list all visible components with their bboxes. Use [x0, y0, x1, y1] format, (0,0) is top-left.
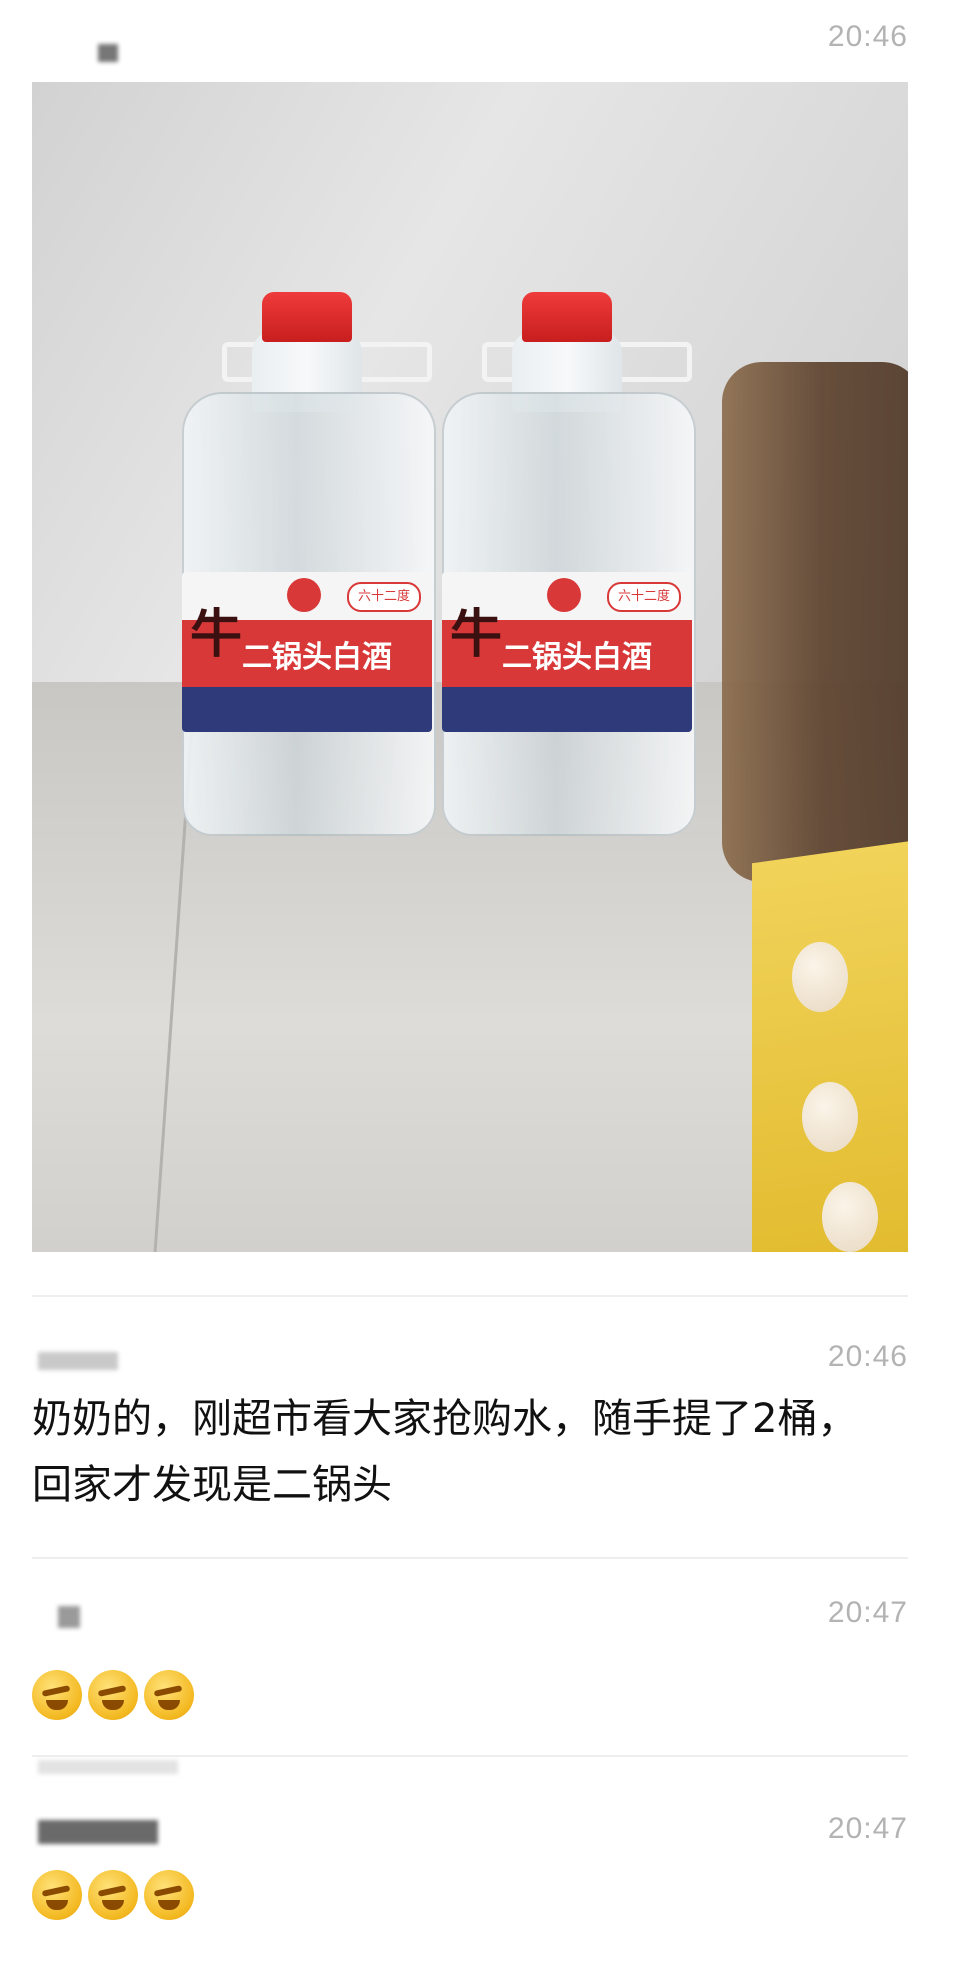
- bottle-badge: 六十二度: [347, 582, 421, 612]
- egg: [822, 1182, 878, 1252]
- liquor-bottle-left: 六十二度 牛 二锅头白酒: [182, 272, 436, 836]
- emoji-row: [32, 1670, 194, 1720]
- photo-jug: [722, 362, 908, 882]
- egg: [792, 942, 848, 1012]
- bottle-cap: [262, 292, 352, 342]
- comment-text: 奶奶的，刚超市看大家抢购水，随手提了2桶，回家才发现是二锅头: [32, 1396, 858, 1508]
- facepalm-laugh-emoji-icon: [32, 1870, 82, 1920]
- facepalm-laugh-emoji-icon: [144, 1670, 194, 1720]
- bottle-logo: [287, 578, 321, 612]
- commenter-name-obscured: [38, 1352, 118, 1370]
- bottle-badge: 六十二度: [607, 582, 681, 612]
- facepalm-laugh-emoji-icon: [88, 1670, 138, 1720]
- divider: [32, 1295, 908, 1297]
- emoji-row: [32, 1870, 194, 1920]
- post-header: 20:46: [0, 0, 960, 80]
- facepalm-laugh-emoji-icon: [144, 1870, 194, 1920]
- post-photo[interactable]: 六十二度 牛 二锅头白酒 六十二度 牛 二锅头白酒: [32, 82, 908, 1252]
- post-timestamp: 20:46: [827, 20, 908, 53]
- divider: [32, 1755, 908, 1757]
- bottle-brand-char: 牛: [190, 604, 243, 665]
- egg: [802, 1082, 858, 1152]
- liquor-bottle-right: 六十二度 牛 二锅头白酒: [442, 272, 696, 836]
- bottle-cap: [522, 292, 612, 342]
- commenter-name-obscured: [58, 1606, 80, 1628]
- facepalm-laugh-emoji-icon: [32, 1670, 82, 1720]
- poster-name-obscured: [98, 44, 118, 62]
- bottle-label-text: 二锅头白酒: [242, 640, 392, 675]
- bottle-logo: [547, 578, 581, 612]
- facepalm-laugh-emoji-icon: [88, 1870, 138, 1920]
- comment-timestamp: 20:47: [827, 1596, 908, 1629]
- comment-timestamp: 20:47: [827, 1812, 908, 1845]
- commenter-name-obscured: [38, 1760, 178, 1774]
- comment-2: 20:47: [0, 1560, 960, 1740]
- divider: [32, 1557, 908, 1559]
- commenter-name-obscured: [38, 1820, 158, 1844]
- comment-timestamp: 20:46: [827, 1340, 908, 1373]
- bottle-brand-char: 牛: [450, 604, 503, 665]
- comment-3: 20:47: [0, 1760, 960, 1981]
- bottle-label-text: 二锅头白酒: [502, 640, 652, 675]
- comment-1: 20:46 奶奶的，刚超市看大家抢购水，随手提了2桶，回家才发现是二锅头: [0, 1300, 960, 1550]
